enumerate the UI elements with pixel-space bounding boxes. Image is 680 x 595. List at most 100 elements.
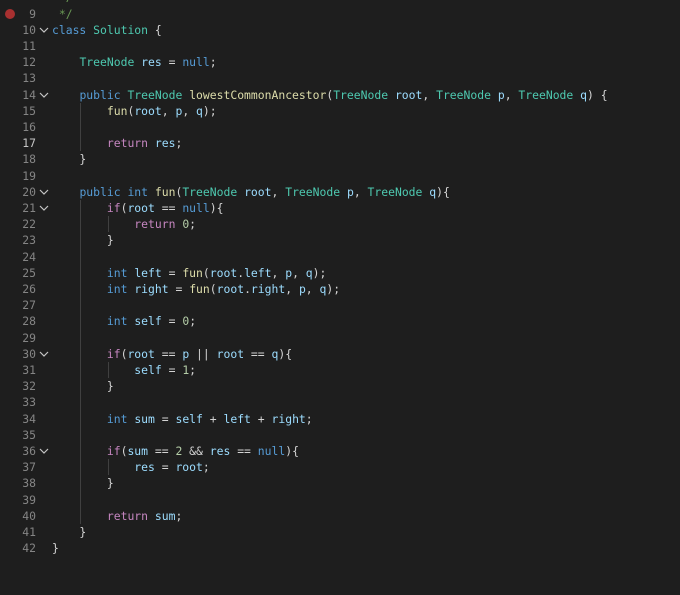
code-line[interactable]: 20 public int fun(TreeNode root, TreeNod… [0,184,680,200]
code-line[interactable]: 19 [0,168,680,184]
code-token: null [257,443,286,458]
code-line[interactable]: 30 if(root == p || root == q){ [0,346,680,362]
code-line[interactable]: 39 [0,492,680,508]
code-line[interactable]: 17 return res; [0,135,680,151]
code-token: = [154,460,176,475]
code-token: if [106,443,121,458]
code-token: } [52,152,87,167]
code-token: left [223,411,251,426]
code-line[interactable]: 41 } [0,524,680,540]
code-token: int [106,265,128,280]
code-token: left [244,265,272,280]
code-line[interactable]: 10 class Solution { [0,22,680,38]
code-token: } [52,541,59,556]
code-token: root [134,103,162,118]
code-token: , [285,281,299,296]
code-token: == [154,346,183,361]
code-token: q [196,103,203,118]
code-line[interactable]: 35 [0,427,680,443]
line-number: 41 [22,524,36,539]
code-token: root [209,265,238,280]
code-line[interactable]: 38 } [0,475,680,491]
code-line[interactable]: 13 [0,70,680,86]
fold-chevron-down-icon[interactable] [38,346,50,362]
code-token: self [134,314,162,329]
code-token: ){ [278,346,293,361]
code-line[interactable]: 16 [0,119,680,135]
code-line[interactable]: 11 [0,38,680,54]
code-token: ; [189,217,197,232]
line-number: 11 [22,38,36,53]
line-number: 24 [22,249,36,264]
code-line[interactable]: 14 public TreeNode lowestCommonAncestor(… [0,87,680,103]
code-line[interactable]: 22 return 0; [0,216,680,232]
line-number: 38 [22,476,36,491]
code-token: res [141,55,162,70]
code-token: TreeNode [333,87,389,102]
code-text: if(root == null){ [52,200,224,216]
code-token: ); [326,281,341,296]
code-line[interactable]: 29 [0,330,680,346]
code-token: || [189,346,217,361]
code-line[interactable]: 18 } [0,151,680,167]
code-line[interactable]: 36 if(sum == 2 && res == null){ [0,443,680,459]
fold-chevron-down-icon[interactable] [38,443,50,459]
code-line[interactable]: 31 self = 1; [0,362,680,378]
code-line[interactable]: 42} [0,540,680,556]
code-token: TreeNode [436,87,491,102]
code-line[interactable]: 37 res = root; [0,459,680,475]
code-token: TreeNode [79,55,135,70]
fold-chevron-down-icon[interactable] [38,184,50,200]
code-token: == [148,443,176,458]
line-number: 18 [22,152,36,167]
line-number: 21 [22,200,36,215]
line-number: 32 [22,379,36,394]
code-text: } [52,151,86,167]
code-line[interactable]: 24 [0,249,680,265]
code-token: TreeNode [285,184,341,199]
code-token: p [497,87,505,102]
code-token: root [127,200,155,215]
code-token: , [271,265,286,280]
code-line[interactable]: 12 TreeNode res = null; [0,54,680,70]
code-token: q [305,265,313,280]
code-token: fun [106,103,128,118]
code-line[interactable]: 26 int right = fun(root.right, p, q); [0,281,680,297]
code-token: = [161,55,183,70]
code-text: res = root; [52,459,209,475]
code-token: p [298,281,306,296]
code-token: == [230,443,258,458]
line-number: 29 [22,330,36,345]
code-token: ){ [285,443,299,458]
code-editor[interactable]: */ 9 */10class Solution {1112 TreeNode r… [0,0,680,595]
line-number: 30 [22,346,36,361]
code-text: if(sum == 2 && res == null){ [52,443,299,459]
code-token: ); [312,265,327,280]
code-line[interactable]: 25 int left = fun(root.left, p, q); [0,265,680,281]
code-line[interactable]: 34 int sum = self + left + right; [0,411,680,427]
code-token: ( [209,281,217,296]
code-token: ){ [209,200,224,215]
code-line[interactable]: 32 } [0,378,680,394]
indent-guide [107,361,109,379]
fold-chevron-down-icon[interactable] [38,200,50,216]
code-token: = [161,362,183,377]
code-token: TreeNode [367,184,423,199]
code-line[interactable]: 9 */ [0,6,680,22]
code-line[interactable]: 27 [0,297,680,313]
line-number: 13 [22,71,36,86]
fold-chevron-down-icon[interactable] [38,87,50,103]
code-line[interactable]: 23 } [0,232,680,248]
code-token: && [182,443,210,458]
code-line[interactable]: 28 int self = 0; [0,313,680,329]
code-line[interactable]: 33 [0,394,680,410]
code-token: right [134,281,169,296]
fold-chevron-down-icon[interactable] [38,22,50,38]
code-line[interactable]: 15 fun(root, p, q); [0,103,680,119]
code-token: */ [52,6,73,21]
code-line[interactable]: 40 return sum; [0,508,680,524]
line-number: 17 [22,136,36,151]
code-line[interactable]: 21 if(root == null){ [0,200,680,216]
